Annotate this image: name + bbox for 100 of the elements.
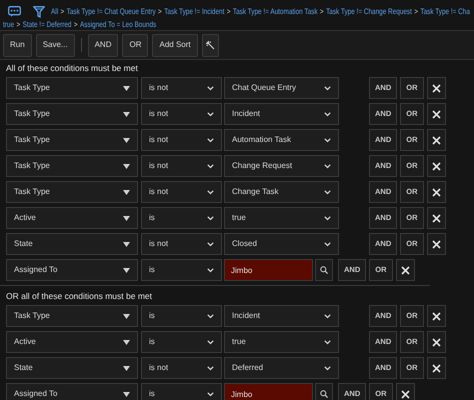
operator-dropdown[interactable]: is (141, 331, 222, 353)
value-dropdown[interactable]: Incident (224, 305, 339, 327)
chevron-icon (324, 340, 331, 344)
field-dropdown[interactable]: Task Type (6, 181, 138, 203)
breadcrumb-separator: > (320, 6, 324, 18)
close-icon (432, 188, 440, 196)
breadcrumb-link[interactable]: Assigned To = Leo Bounds (80, 18, 156, 31)
toolbar-button[interactable]: OR (122, 34, 148, 56)
chevron-icon (207, 138, 214, 142)
value-dropdown[interactable]: Closed (224, 233, 339, 255)
value-dropdown[interactable]: true (224, 207, 339, 229)
chevron-icon (324, 190, 331, 194)
search-button[interactable] (315, 259, 333, 281)
operator-dropdown[interactable]: is not (141, 155, 222, 177)
remove-button[interactable] (426, 155, 446, 177)
search-icon (320, 266, 328, 274)
operator-dropdown[interactable]: is (141, 305, 222, 327)
remove-button[interactable] (396, 259, 414, 281)
field-dropdown[interactable]: State (6, 233, 138, 255)
operator-dropdown[interactable]: is not (141, 77, 222, 99)
remove-button[interactable] (426, 305, 446, 327)
remove-button[interactable] (426, 103, 446, 125)
field-dropdown[interactable]: Active (6, 207, 138, 229)
caret-icon (123, 164, 130, 168)
caret-icon (123, 340, 130, 344)
chevron-icon (324, 164, 331, 168)
remove-button[interactable] (426, 207, 446, 229)
field-dropdown[interactable]: Task Type (6, 77, 138, 99)
field-dropdown[interactable]: State (6, 357, 138, 379)
chevron-icon (324, 138, 331, 142)
breadcrumb-link[interactable]: Task Type != Change Request (326, 5, 412, 18)
chevron-icon (324, 242, 331, 246)
filter-icon (33, 6, 45, 18)
value-dropdown[interactable]: true (224, 331, 339, 353)
breadcrumb-link[interactable]: Task Type != Automation Task (232, 5, 318, 18)
operator-dropdown[interactable]: is (141, 383, 222, 400)
value-dropdown[interactable]: Change Task (224, 181, 339, 203)
field-dropdown[interactable]: Task Type (6, 155, 138, 177)
remove-button[interactable] (396, 383, 414, 400)
close-icon (400, 390, 410, 398)
value-dropdown[interactable]: Deferred (224, 357, 339, 379)
value-field[interactable]: Jimbo (224, 259, 313, 281)
value-dropdown[interactable]: Change Request (224, 155, 339, 177)
breadcrumb-link[interactable]: Task Type != Chat Queue Entry (66, 5, 156, 18)
breadcrumb-link[interactable]: Task Type != Cha (420, 5, 470, 18)
chevron-icon (207, 392, 214, 396)
chevron-icon (207, 268, 214, 272)
chevron-icon (324, 366, 331, 370)
field-dropdown[interactable]: Task Type (6, 103, 138, 125)
value-field[interactable]: Jimbo (224, 383, 313, 400)
operator-dropdown[interactable]: is not (141, 129, 222, 151)
value-dropdown[interactable]: Incident (224, 103, 339, 125)
toolbar-button[interactable]: AND (88, 34, 118, 56)
close-icon (432, 338, 440, 346)
field-dropdown[interactable]: Task Type (6, 305, 138, 327)
value-dropdown[interactable]: Automation Task (224, 129, 339, 151)
chevron-icon (207, 242, 214, 246)
group-heading: All of these conditions must be met (6, 62, 139, 75)
caret-icon (123, 392, 130, 396)
close-icon (432, 312, 440, 320)
remove-button[interactable] (426, 331, 446, 353)
remove-button[interactable] (426, 233, 446, 255)
breadcrumb-link[interactable]: State != Deferred (22, 18, 72, 31)
field-dropdown[interactable]: Assigned To (6, 259, 138, 281)
toolbar-button[interactable]: Save... (36, 34, 75, 56)
chevron-icon (324, 86, 331, 90)
group-heading: OR all of these conditions must be met (6, 290, 153, 303)
breadcrumb-separator: > (414, 6, 418, 18)
breadcrumb-link[interactable]: true (3, 18, 14, 31)
operator-dropdown[interactable]: is not (141, 233, 222, 255)
field-dropdown[interactable]: Assigned To (6, 383, 138, 400)
caret-icon (123, 190, 130, 194)
operator-dropdown[interactable]: is not (141, 103, 222, 125)
close-icon (432, 240, 440, 248)
operator-dropdown[interactable]: is not (141, 357, 222, 379)
remove-button[interactable] (426, 357, 446, 379)
chevron-icon (207, 314, 214, 318)
remove-button[interactable] (426, 129, 446, 151)
chevron-icon (207, 86, 214, 90)
operator-dropdown[interactable]: is (141, 207, 222, 229)
operator-dropdown[interactable]: is (141, 259, 222, 281)
breadcrumb-separator: > (226, 6, 230, 18)
breadcrumb-link[interactable]: Task Type != Incident (164, 5, 224, 18)
breadcrumb-separator: > (74, 19, 78, 31)
chevron-icon (207, 366, 214, 370)
toolbar-button[interactable]: Add Sort (152, 34, 198, 56)
toolbar-button[interactable] (202, 34, 219, 56)
breadcrumb-link[interactable]: All (51, 5, 58, 18)
remove-button[interactable] (426, 181, 446, 203)
operator-dropdown[interactable]: is not (141, 181, 222, 203)
field-dropdown[interactable]: Active (6, 331, 138, 353)
search-button[interactable] (315, 383, 333, 400)
value-dropdown[interactable]: Chat Queue Entry (224, 77, 339, 99)
caret-icon (123, 268, 130, 272)
chevron-icon (207, 340, 214, 344)
field-dropdown[interactable]: Task Type (6, 129, 138, 151)
caret-icon (123, 366, 130, 370)
breadcrumb-separator: > (60, 6, 64, 18)
remove-button[interactable] (426, 77, 446, 99)
toolbar-button[interactable]: Run (3, 34, 32, 56)
